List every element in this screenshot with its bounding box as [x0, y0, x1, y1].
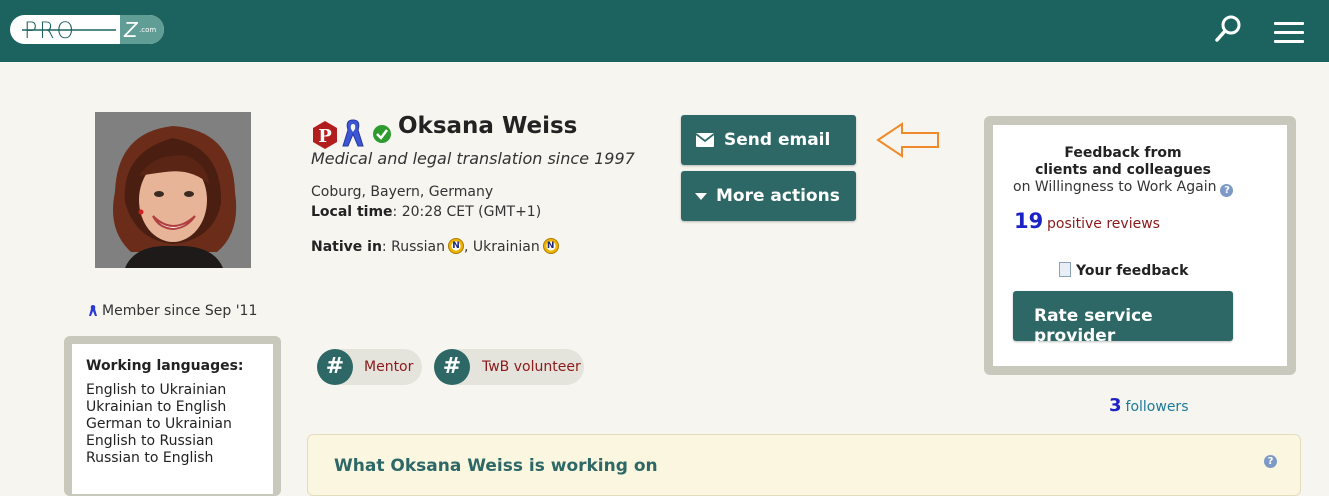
- your-feedback-label: Your feedback: [1076, 263, 1189, 279]
- native-label: Native in: [311, 239, 382, 255]
- tag-label: Mentor: [364, 359, 414, 375]
- local-time-label: Local time: [311, 204, 393, 220]
- positive-reviews-link[interactable]: positive reviews: [1047, 216, 1160, 232]
- followers-count: 3: [1109, 395, 1122, 416]
- profile-photo: [95, 112, 251, 268]
- native-verified-icon[interactable]: [542, 238, 559, 254]
- working-languages-box: Working languages: English to Ukrainian …: [64, 336, 281, 496]
- feedback-panel: Feedback from clients and colleagues on …: [993, 125, 1287, 366]
- logo-suffix: Z: [123, 18, 139, 42]
- working-languages-panel: Working languages: English to Ukrainian …: [72, 344, 273, 494]
- rate-button-label: Rate service provider: [1034, 306, 1153, 346]
- language-pair[interactable]: Russian to English: [86, 450, 273, 467]
- language-pair[interactable]: German to Ukrainian: [86, 416, 273, 433]
- your-feedback: Your feedback: [1059, 262, 1188, 279]
- plus-member-badge-icon[interactable]: P: [310, 120, 340, 150]
- caret-down-icon: [695, 193, 707, 200]
- working-languages-title: Working languages:: [86, 358, 244, 374]
- native-verified-icon[interactable]: [448, 238, 464, 254]
- document-icon: [1059, 262, 1071, 277]
- send-email-button[interactable]: Send email: [681, 115, 856, 165]
- feedback-subtitle-text: on Willingness to Work Again: [1013, 179, 1217, 195]
- tag-label: TwB volunteer: [482, 359, 581, 375]
- followers-label: followers: [1125, 399, 1189, 415]
- rate-service-provider-button[interactable]: Rate service provider: [1013, 291, 1233, 346]
- logo-domain: .com: [139, 26, 156, 34]
- member-since-text: Member since Sep '11: [102, 303, 258, 319]
- proz-logo[interactable]: PRO Z .com: [10, 15, 164, 44]
- native-languages: Native in: Russian, Ukrainian: [311, 238, 559, 255]
- send-email-label: Send email: [724, 130, 831, 150]
- positive-review-count[interactable]: 19: [1014, 209, 1043, 233]
- feedback-subtitle: on Willingness to Work Again?: [1013, 179, 1234, 197]
- feedback-title-line: clients and colleagues: [1035, 162, 1211, 178]
- language-pair[interactable]: English to Ukrainian: [86, 382, 273, 399]
- help-icon[interactable]: ?: [1220, 184, 1234, 197]
- profile-tagline: Medical and legal translation since 1997: [311, 149, 635, 168]
- profile-location: Coburg, Bayern, Germany: [311, 184, 494, 200]
- hamburger-menu-icon[interactable]: [1274, 22, 1304, 44]
- search-icon[interactable]: [1214, 14, 1244, 44]
- tag-mentor[interactable]: # Mentor: [317, 349, 422, 385]
- ribbon-icon: [89, 305, 97, 316]
- local-time-value: : 20:28 CET (GMT+1): [392, 204, 542, 220]
- native-separator: :: [381, 239, 392, 255]
- working-on-panel: What Oksana Weiss is working on ?: [307, 434, 1301, 496]
- native-language: Ukrainian: [472, 239, 540, 255]
- feedback-box: Feedback from clients and colleagues on …: [984, 116, 1296, 375]
- badge-letter: P: [318, 126, 332, 147]
- member-since: Member since Sep '11: [88, 303, 257, 319]
- language-pair[interactable]: Ukrainian to English: [86, 399, 273, 416]
- translators-without-borders-ribbon-icon[interactable]: [342, 118, 364, 148]
- tag-twb-volunteer[interactable]: # TwB volunteer: [434, 349, 584, 385]
- native-language: Russian: [391, 239, 445, 255]
- feedback-title-line: Feedback from: [1064, 145, 1182, 161]
- followers[interactable]: 3 followers: [1109, 395, 1188, 416]
- more-actions-label: More actions: [716, 186, 840, 206]
- native-comma: ,: [464, 239, 473, 255]
- hashtag-icon: #: [434, 349, 470, 385]
- profile-name: Oksana Weiss: [398, 113, 578, 139]
- working-on-title: What Oksana Weiss is working on: [334, 456, 658, 476]
- hashtag-icon: #: [317, 349, 353, 385]
- help-icon[interactable]: ?: [1264, 455, 1277, 468]
- top-navbar: PRO Z .com: [0, 0, 1329, 62]
- left-arrow-icon: [876, 122, 939, 158]
- avatar: [95, 112, 251, 268]
- envelope-icon: [696, 133, 714, 147]
- feedback-title: Feedback from clients and colleagues: [993, 145, 1253, 179]
- verified-check-icon[interactable]: [372, 124, 392, 144]
- logo-text: PRO: [24, 19, 76, 44]
- local-time: Local time: 20:28 CET (GMT+1): [311, 204, 541, 220]
- language-pair[interactable]: English to Russian: [86, 433, 273, 450]
- more-actions-button[interactable]: More actions: [681, 171, 856, 221]
